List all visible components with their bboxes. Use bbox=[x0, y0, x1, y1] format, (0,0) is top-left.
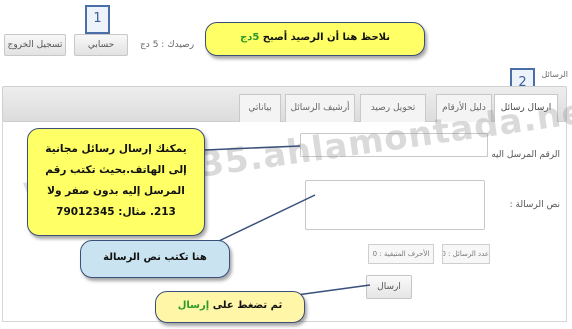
recipient-input[interactable] bbox=[300, 133, 488, 157]
free-sms-annotation-bubble: يمكنك إرسال رسائل مجانية إلى الهاتف.بحيث… bbox=[27, 128, 205, 236]
message-textarea[interactable] bbox=[305, 180, 485, 230]
section-label: الرسائل bbox=[541, 70, 569, 79]
balance-annotation-bubble: نلاحظ هنا أن الرصيد أصبح 5دج bbox=[205, 22, 425, 56]
message-text-annotation-bubble: هنا تكتب نص الرسالة bbox=[80, 240, 230, 278]
balance-label: رصيدك : bbox=[161, 40, 195, 50]
send-button[interactable]: ارسال bbox=[366, 275, 412, 299]
balance-annotation-value: 5دج bbox=[239, 32, 260, 43]
balance-display: رصيدك : 5 دج bbox=[140, 40, 194, 50]
send-annotation-action: إرسال bbox=[177, 300, 210, 311]
free-sms-line-4: 213. مثال: 79012345 bbox=[56, 206, 176, 218]
tab-send-messages[interactable]: ارسال رسائل bbox=[494, 94, 558, 124]
logout-button[interactable]: تسجيل الخروج bbox=[4, 34, 66, 56]
free-sms-line-1: يمكنك إرسال رسائل مجانية bbox=[45, 143, 187, 155]
balance-annotation-text: نلاحظ هنا أن الرصيد أصبح bbox=[262, 32, 391, 43]
my-account-button[interactable]: حسابي bbox=[74, 34, 128, 56]
send-annotation-bubble: ثم تضغط على إرسال bbox=[155, 291, 305, 323]
send-annotation-prefix: ثم تضغط على bbox=[212, 300, 283, 311]
tab-number-directory[interactable]: دليل الأرقام bbox=[436, 94, 492, 122]
remaining-chars-counter: الأحرف المتبقية : 0 bbox=[368, 244, 434, 264]
tab-message-archive[interactable]: أرشيف الرسائل bbox=[285, 94, 355, 122]
step-badge-1: 1 bbox=[85, 5, 110, 34]
tab-my-data[interactable]: بياناتي bbox=[239, 94, 281, 122]
tab-balance-transfer[interactable]: تحويل رصيد bbox=[360, 94, 426, 122]
free-sms-line-2: إلى الهاتف.بحيث تكتب رقم bbox=[45, 164, 187, 176]
message-label: نص الرسالة : bbox=[509, 200, 560, 210]
free-sms-line-3: المرسل إليه بدون صفر ولا bbox=[47, 185, 185, 197]
balance-value: 5 دج bbox=[140, 40, 159, 50]
messages-count-counter: عدد الرسائل : 0 bbox=[442, 244, 490, 264]
recipient-label: الرقم المرسل اليه : bbox=[485, 150, 560, 160]
